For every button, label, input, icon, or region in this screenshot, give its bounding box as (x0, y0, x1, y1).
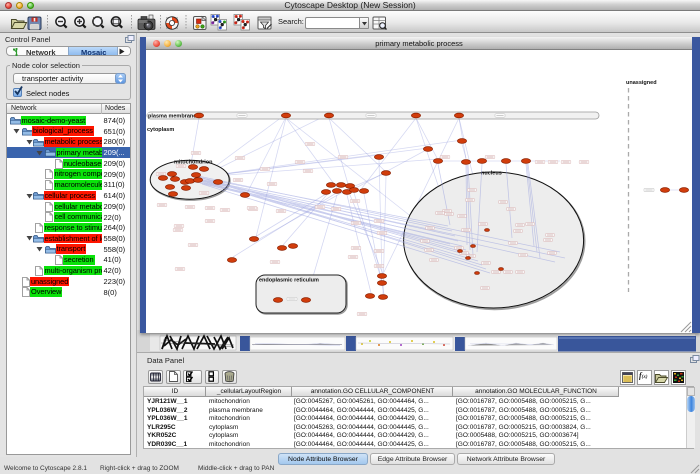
svg-text:cytoplasm: cytoplasm (147, 127, 174, 133)
svg-text:unassigned: unassigned (626, 80, 657, 86)
svg-text:endoplasmic reticulum: endoplasmic reticulum (259, 278, 319, 284)
svg-text:nucleus: nucleus (481, 171, 502, 177)
svg-text:plasma membrane: plasma membrane (148, 113, 196, 119)
